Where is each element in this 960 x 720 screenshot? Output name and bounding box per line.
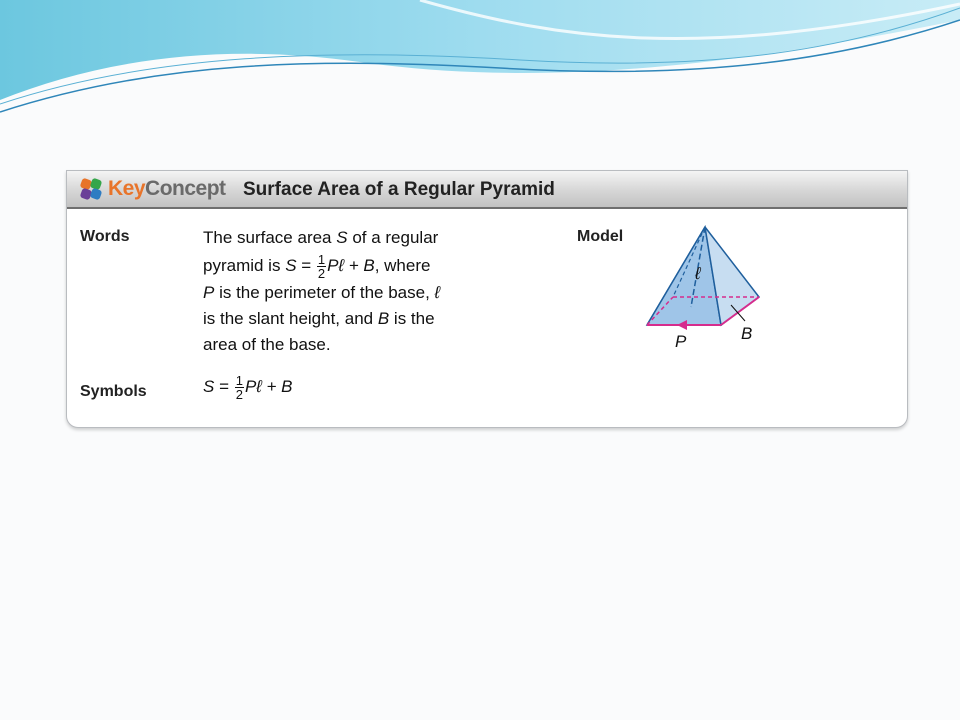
fraction-one-half: 12	[316, 252, 327, 282]
perimeter-label: P	[675, 332, 687, 351]
symbols-label: Symbols	[80, 383, 147, 400]
words-line: The surface area S of a regular	[203, 228, 439, 247]
key-concept-logo-icon	[80, 178, 102, 200]
fraction-one-half: 12	[234, 373, 244, 403]
words-label: Words	[80, 228, 130, 245]
pyramid-model-diagram: ℓ P B	[645, 224, 761, 351]
words-definition: The surface area S of a regular pyramid …	[203, 225, 503, 358]
model-label: Model	[577, 228, 624, 245]
decorative-wave-banner	[0, 0, 960, 113]
words-line: P is the perimeter of the base, ℓ	[203, 283, 441, 303]
key-concept-brand: KeyConcept	[108, 177, 226, 200]
words-line: is the slant height, and B is the	[203, 309, 435, 329]
words-line: area of the base.	[203, 335, 331, 355]
slant-height-label: ℓ	[694, 264, 701, 283]
card-header: KeyConcept Surface Area of a Regular Pyr…	[67, 171, 907, 209]
card-title: Surface Area of a Regular Pyramid	[243, 179, 555, 200]
key-concept-card: KeyConcept Surface Area of a Regular Pyr…	[66, 170, 908, 428]
base-area-label: B	[741, 324, 752, 343]
symbols-formula: S = 1 2 Pℓ + B	[203, 373, 293, 403]
words-line: pyramid is S = 1 2 Pℓ + B, where	[203, 252, 431, 282]
